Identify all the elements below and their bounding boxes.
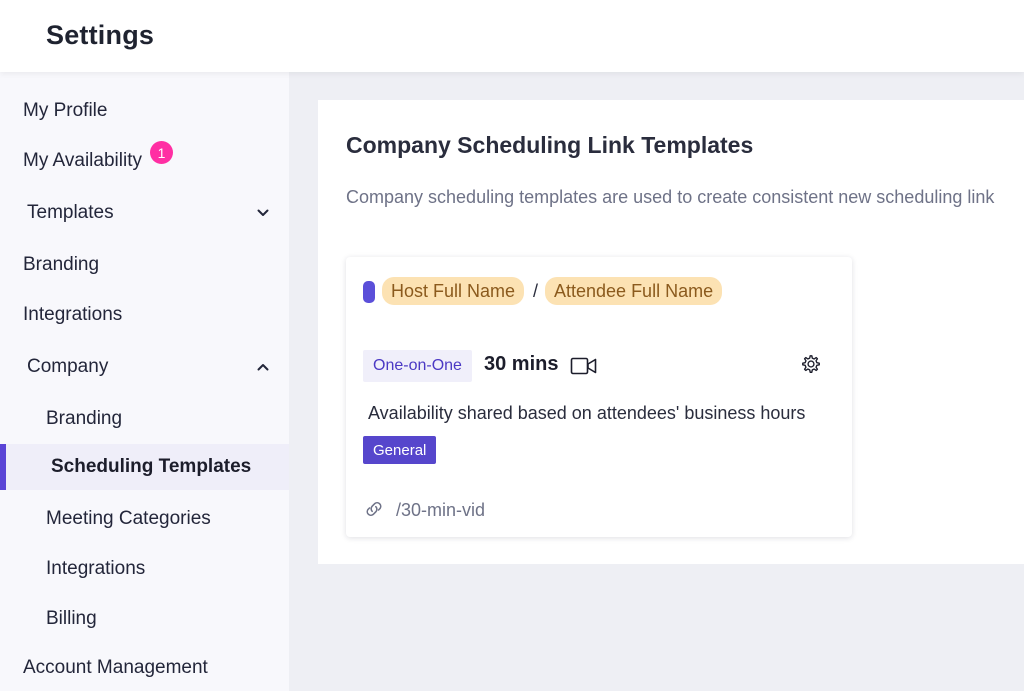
chevron-up-icon bbox=[256, 360, 270, 374]
availability-text: Availability shared based on attendees' … bbox=[368, 403, 806, 423]
host-name-chip: Host Full Name bbox=[382, 277, 525, 305]
sidebar-item-label: Branding bbox=[23, 254, 100, 275]
notification-badge: 1 bbox=[150, 141, 173, 164]
settings-sidebar: My Profile My Availability 1 Templates B… bbox=[0, 72, 289, 691]
chip-separator: / bbox=[533, 281, 539, 301]
sidebar-item-label: Company bbox=[27, 356, 109, 377]
template-color-indicator bbox=[363, 281, 375, 303]
sidebar-item-meeting-categories[interactable]: Meeting Categories bbox=[0, 496, 289, 542]
sidebar-item-label: Meeting Categories bbox=[46, 508, 211, 529]
video-icon bbox=[570, 356, 598, 381]
meeting-type-tag: One-on-One bbox=[363, 350, 472, 382]
sidebar-item-my-profile[interactable]: My Profile bbox=[0, 88, 289, 134]
chevron-down-icon bbox=[256, 206, 270, 220]
sidebar-item-scheduling-templates[interactable]: Scheduling Templates bbox=[0, 444, 289, 490]
sidebar-item-integrations[interactable]: Integrations bbox=[0, 292, 289, 338]
template-card[interactable]: Host Full Name / Attendee Full Name One-… bbox=[346, 257, 852, 537]
sidebar-item-label: Account Management bbox=[23, 657, 208, 678]
sidebar-item-label: My Profile bbox=[23, 100, 108, 121]
sidebar-item-label: Scheduling Templates bbox=[51, 456, 252, 477]
meeting-duration: 30 mins bbox=[484, 353, 559, 375]
page-title: Settings bbox=[46, 20, 155, 50]
sidebar-item-templates[interactable]: Templates bbox=[0, 190, 289, 236]
templates-panel: Company Scheduling Link Templates Compan… bbox=[318, 100, 1024, 564]
section-description: Company scheduling templates are used to… bbox=[346, 187, 995, 207]
sidebar-item-label: Integrations bbox=[46, 558, 146, 579]
gear-icon[interactable] bbox=[800, 353, 822, 380]
sidebar-item-company-branding[interactable]: Branding bbox=[0, 396, 289, 442]
sidebar-item-company[interactable]: Company bbox=[0, 344, 289, 390]
sidebar-item-branding[interactable]: Branding bbox=[0, 242, 289, 288]
sidebar-item-account-management[interactable]: Account Management bbox=[0, 645, 289, 691]
section-title: Company Scheduling Link Templates bbox=[346, 132, 754, 158]
sidebar-item-label: Templates bbox=[27, 202, 114, 223]
sidebar-item-my-availability[interactable]: My Availability 1 bbox=[0, 138, 289, 184]
sidebar-item-company-integrations[interactable]: Integrations bbox=[0, 546, 289, 592]
sidebar-item-billing[interactable]: Billing bbox=[0, 596, 289, 642]
sidebar-item-label: Integrations bbox=[23, 304, 123, 325]
sidebar-item-label: Branding bbox=[46, 408, 123, 429]
top-bar: Settings bbox=[0, 0, 1024, 72]
sidebar-item-label: Billing bbox=[46, 608, 97, 629]
attendee-name-chip: Attendee Full Name bbox=[545, 277, 723, 305]
link-icon bbox=[363, 499, 385, 524]
sidebar-item-label: My Availability bbox=[23, 150, 142, 171]
category-tag: General bbox=[363, 436, 437, 464]
template-link-slug[interactable]: /30-min-vid bbox=[396, 500, 485, 521]
